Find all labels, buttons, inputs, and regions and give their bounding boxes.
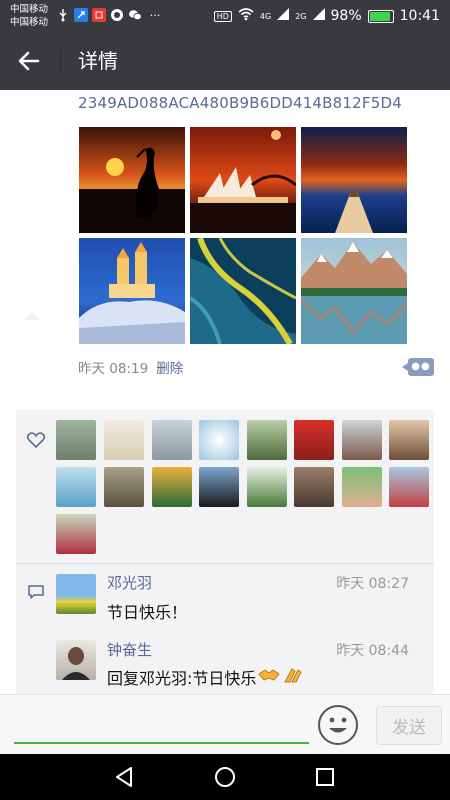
like-avatar[interactable] [56,467,96,507]
emoji-button[interactable] [318,705,358,745]
delete-link[interactable]: 删除 [156,361,183,377]
hd-badge: HD [213,10,232,22]
clock: 10:41 [399,8,440,24]
clap-icon [282,666,304,688]
like-avatar[interactable] [104,467,144,507]
like-avatar[interactable] [342,420,382,460]
like-avatar[interactable] [56,420,96,460]
signal-icon-1 [277,8,290,24]
nav-back-button[interactable] [114,766,134,792]
comment-author[interactable]: 钟奋生 [107,639,152,660]
qq-icon [110,8,124,22]
system-nav-bar [0,754,450,800]
heart-icon [26,432,46,452]
like-avatar[interactable] [294,420,334,460]
comment-icon [28,584,44,604]
panel-divider [16,563,434,564]
like-avatar[interactable] [152,467,192,507]
like-avatar[interactable] [199,467,239,507]
news-icon [92,8,106,22]
carrier-info: 中国移动 中国移动 [10,3,48,29]
like-avatar[interactable] [56,514,96,554]
like-avatar[interactable] [152,420,192,460]
photo-aerial-river[interactable] [190,238,296,344]
comment-more-icon: ●● [411,361,431,372]
signal-icon-2 [312,8,325,24]
status-right: HD 4G 2G 98% 10:41 [213,7,440,25]
carrier-2: 中国移动 [10,17,49,28]
photo-pier-dusk[interactable] [301,127,407,233]
page-title: 详情 [78,49,118,73]
photo-mountain-lake[interactable] [301,238,407,344]
wifi-icon [238,7,254,25]
comment-text-row: 回复邓光羽:节日快乐 [107,665,304,689]
circle-home-icon [215,767,235,787]
like-avatar[interactable] [104,420,144,460]
wechat-icon [128,8,142,22]
comment-more-button[interactable]: ●● [402,358,434,376]
smiley-icon [329,717,347,733]
usb-icon [56,8,70,22]
network-type-1: 4G [259,11,272,21]
like-avatar[interactable] [247,420,287,460]
like-avatar[interactable] [342,467,382,507]
like-avatar[interactable] [247,467,287,507]
like-avatar[interactable] [294,467,334,507]
nav-home-button[interactable] [214,766,236,792]
photo-opera-house[interactable] [190,127,296,233]
like-avatar[interactable] [389,420,429,460]
battery-icon [367,9,394,23]
comment-avatar[interactable] [56,640,96,680]
comment-time: 昨天 08:44 [336,643,409,659]
status-bar: 中国移动 中国移动 ··· HD 4G 2G 98% 10:41 [0,0,450,32]
app-icon [74,8,88,22]
comment-author[interactable]: 邓光羽 [107,572,152,593]
comment-time: 昨天 08:27 [336,576,409,592]
like-avatar[interactable] [199,420,239,460]
notification-icons: ··· [56,8,164,22]
comment-text: 回复邓光羽:节日快乐 [107,669,257,688]
post-time: 昨天 08:19 [78,361,149,377]
back-button[interactable] [14,46,46,76]
like-avatar[interactable] [389,467,429,507]
photo-white-village[interactable] [79,238,185,344]
battery-percent: 98% [330,8,362,24]
comment-text: 节日快乐！ [107,603,188,622]
nav-recents-button[interactable] [315,767,335,791]
input-bar: 发送 [0,694,450,755]
comment-avatar[interactable] [56,574,96,614]
comment-input[interactable] [14,742,309,744]
more-icon: ··· [149,8,161,22]
handshake-icon [258,666,281,688]
photo-crane-sunset[interactable] [79,127,185,233]
carrier-1: 中国移动 [10,4,49,15]
arrow-left-icon [18,51,40,71]
header-divider [60,49,61,73]
square-recents-icon [316,768,334,786]
header-bar: 详情 [0,32,450,90]
post-meta: 昨天 08:19 删除 [78,357,183,377]
network-type-2: 2G [295,11,307,21]
send-button[interactable]: 发送 [376,706,442,745]
panel-pointer [24,312,40,320]
post-text: 2349AD088ACA480B9B6DD414B812F5D4 [78,94,402,112]
triangle-back-icon [116,767,132,787]
